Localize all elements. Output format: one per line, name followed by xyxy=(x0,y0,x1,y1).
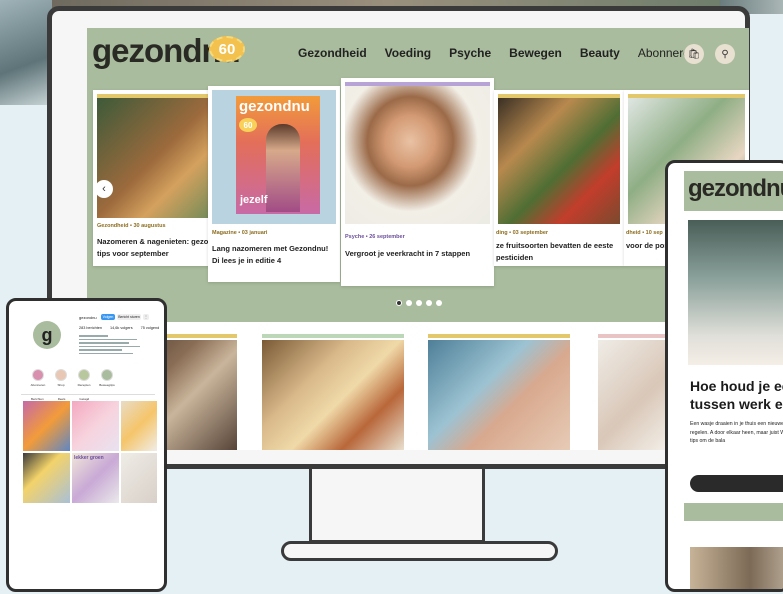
magazine-cover-art: gezondnu 60 jezelf xyxy=(236,96,320,214)
magazine-badge: 60 xyxy=(239,118,257,132)
anniversary-badge: 60 xyxy=(209,36,245,62)
carousel-dots xyxy=(396,300,442,306)
carousel-dot-2[interactable] xyxy=(406,300,412,306)
tablet-device: gezondnu Hoe houd je ee tussen werk en E… xyxy=(665,160,783,592)
card-title: ze fruitsoorten bevatten de eeste pestic… xyxy=(496,241,614,262)
more-icon[interactable]: ⋮ xyxy=(143,314,149,320)
card-image-market xyxy=(498,98,620,224)
grid-post-6[interactable] xyxy=(121,453,157,503)
tablet-second-image xyxy=(690,547,783,589)
tablet-logo[interactable]: gezondnu xyxy=(688,175,783,203)
search-icon[interactable]: ⚲ xyxy=(715,44,735,64)
card-meta: Gezondheid • 30 augustus xyxy=(97,223,166,229)
grid-post-3[interactable] xyxy=(121,401,157,451)
card-meta: Psyche • 26 september xyxy=(345,234,405,240)
tablet-green-band xyxy=(684,503,783,521)
nav-item-bewegen[interactable]: Bewegen xyxy=(509,46,562,60)
article-card-4[interactable]: ding • 03 september ze fruitsoorten beva… xyxy=(494,90,624,266)
nav-item-gezondheid[interactable]: Gezondheid xyxy=(298,46,367,60)
card-image xyxy=(262,340,404,450)
lower-article-card-2[interactable] xyxy=(258,330,408,450)
grid-post-2[interactable] xyxy=(72,401,119,451)
carousel-dot-3[interactable] xyxy=(416,300,422,306)
article-card-1[interactable]: Gezondheid • 30 augustus Nazomeren & nag… xyxy=(93,90,217,266)
carousel-dot-4[interactable] xyxy=(426,300,432,306)
message-button[interactable]: Bericht sturen xyxy=(117,314,141,320)
tablet-hero-image xyxy=(688,220,783,365)
profile-tabs: Berichten Reels Getagd xyxy=(21,394,155,401)
nav-item-beauty[interactable]: Beauty xyxy=(580,46,620,60)
carousel-dot-5[interactable] xyxy=(436,300,442,306)
nav-item-psyche[interactable]: Psyche xyxy=(449,46,491,60)
phone-device: g gezondnu Volgen Bericht sturen ⋮ 283 b… xyxy=(6,298,167,592)
card-accent-bar xyxy=(428,334,570,338)
highlight-recepten[interactable] xyxy=(78,369,90,381)
follow-button[interactable]: Volgen xyxy=(101,314,115,320)
card-title: Nazomeren & nagenieten: gezon tips voor … xyxy=(97,237,213,258)
grid-post-1[interactable] xyxy=(23,401,70,451)
highlight-label: Shop xyxy=(57,383,65,387)
grid-post-text: lekker groen xyxy=(74,455,104,461)
card-meta: Magazine • 03 januari xyxy=(212,230,268,236)
nav-item-voeding[interactable]: Voeding xyxy=(385,46,431,60)
tablet-read-button[interactable] xyxy=(690,475,783,492)
magazine-coverline: jezelf xyxy=(240,194,268,206)
magazine-title: gezondnu xyxy=(239,98,310,115)
highlight-beweegtips[interactable] xyxy=(101,369,113,381)
main-nav: Gezondheid Voeding Psyche Bewegen Beauty… xyxy=(298,46,697,60)
card-title: Lang nazomeren met Gezondnu! Di lees je … xyxy=(212,244,329,265)
tablet-body-text: Een wasje draaien in je thuis een nieuwe… xyxy=(690,421,783,444)
monitor-stand-neck xyxy=(309,469,485,543)
followers-count[interactable]: 14,6k volgers xyxy=(110,326,133,330)
article-card-2[interactable]: gezondnu 60 jezelf Magazine • 03 januari… xyxy=(208,86,340,282)
carousel-dot-1[interactable] xyxy=(396,300,402,306)
bag-icon[interactable]: 🛍 xyxy=(684,44,704,64)
highlight-label: Beweegtips xyxy=(99,383,115,387)
card-title: Vergroot je veerkracht in 7 stappen xyxy=(345,249,471,258)
tablet-headline[interactable]: Hoe houd je ee tussen werk en xyxy=(690,377,783,413)
profile-username: gezondnu xyxy=(79,315,97,320)
tablet-header: gezondnu xyxy=(684,171,783,211)
following-count[interactable]: 75 volgend xyxy=(141,326,160,330)
profile-avatar[interactable]: g xyxy=(33,321,61,349)
card-accent-bar xyxy=(262,334,404,338)
card-meta: ding • 03 september xyxy=(496,230,549,236)
magazine-cover: gezondnu 60 jezelf xyxy=(212,90,336,224)
profile-bio xyxy=(79,335,151,356)
grid-post-5[interactable]: lekker groen xyxy=(72,453,119,503)
highlight-label: Abonneren xyxy=(30,383,46,387)
hero-section: gezondnu 60 Gezondheid Voeding Psyche Be… xyxy=(87,28,749,322)
grid-post-4[interactable] xyxy=(23,453,70,503)
highlight-abonneren[interactable] xyxy=(32,369,44,381)
highlight-label: Recepten xyxy=(77,383,91,387)
cover-model xyxy=(266,124,300,212)
carousel-prev-button[interactable]: ‹ xyxy=(95,180,113,198)
card-image-woman xyxy=(345,86,490,224)
background-photo-left xyxy=(0,0,52,105)
monitor-stand-base xyxy=(281,541,558,561)
card-meta: dheid • 10 sep xyxy=(626,230,663,236)
posts-count: 283 berichten xyxy=(79,326,103,330)
article-card-3[interactable]: Psyche • 26 september Vergroot je veerkr… xyxy=(341,78,494,286)
highlight-shop[interactable] xyxy=(55,369,67,381)
lower-article-card-3[interactable] xyxy=(424,330,574,450)
card-image-dog xyxy=(97,98,213,218)
desktop-screen: gezondnu 60 Gezondheid Voeding Psyche Be… xyxy=(87,28,749,450)
card-image xyxy=(428,340,570,450)
profile-stats: 283 berichten 14,6k volgers 75 volgend xyxy=(79,326,159,330)
